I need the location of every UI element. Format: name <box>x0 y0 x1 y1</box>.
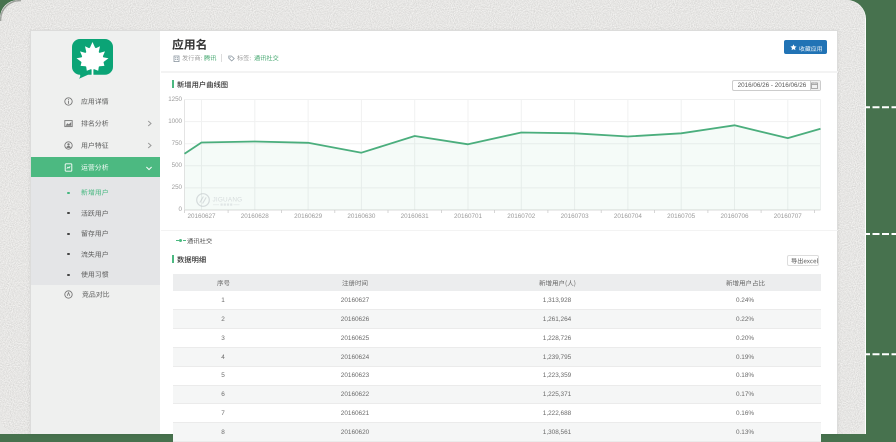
svg-text:JIGUANG: JIGUANG <box>213 197 243 204</box>
